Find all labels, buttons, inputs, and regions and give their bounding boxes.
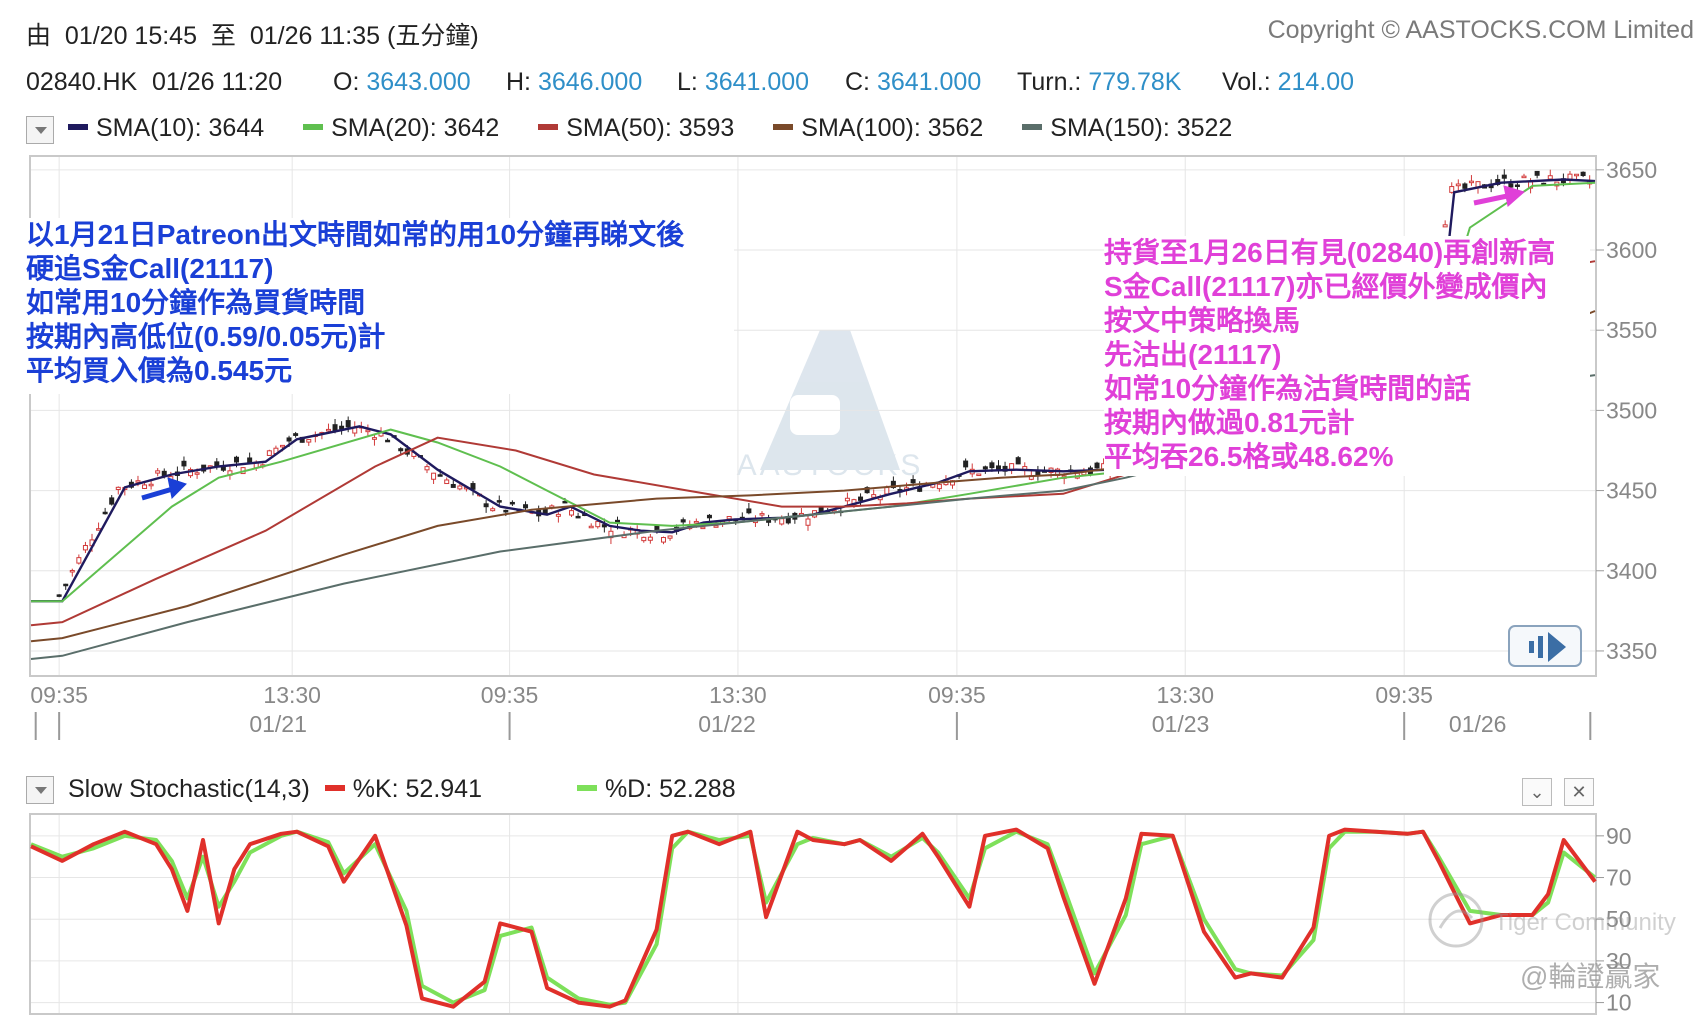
stoch-ytick-label: 10: [1606, 990, 1632, 1016]
stochastic-chart: 1030507090 Tiger Community @輪證贏家: [29, 813, 1676, 1016]
stoch-ytick-label: 90: [1606, 823, 1632, 849]
stoch-ytick-label: 70: [1606, 865, 1632, 891]
tiger-watermark-text: Tiger Community: [1494, 909, 1676, 936]
handle-watermark: @輪證贏家: [1520, 961, 1660, 992]
